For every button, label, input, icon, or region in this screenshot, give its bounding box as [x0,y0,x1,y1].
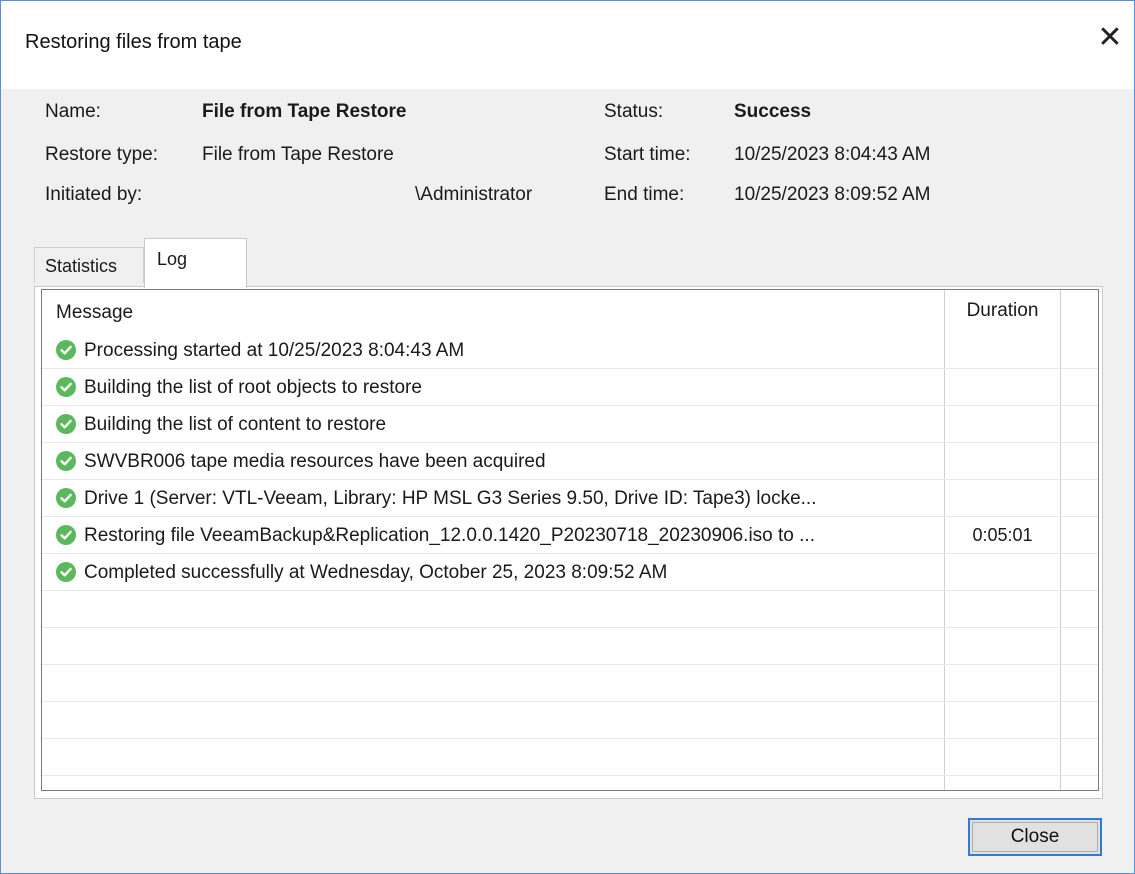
restore-dialog: Restoring files from tape ✕ Name: File f… [0,0,1135,874]
initiated-by-value: \Administrator [415,184,533,205]
end-time-value: 10/25/2023 8:09:52 AM [734,184,931,205]
name-value: File from Tape Restore [202,101,407,122]
button-focus-border [972,822,1098,852]
tab-log[interactable]: Log [144,238,247,288]
dialog-title: Restoring files from tape [25,31,242,53]
log-row [42,739,1098,776]
start-time-value: 10/25/2023 8:04:43 AM [734,144,931,165]
close-icon[interactable]: ✕ [1086,15,1134,59]
title-bar: Restoring files from tape ✕ [1,1,1134,89]
log-row[interactable]: Drive 1 (Server: VTL-Veeam, Library: HP … [42,480,1098,517]
log-row[interactable]: SWVBR006 tape media resources have been … [42,443,1098,480]
log-row[interactable]: Building the list of root objects to res… [42,369,1098,406]
restore-type-label: Restore type: [45,144,158,165]
log-message: Building the list of content to restore [84,414,387,435]
log-message: Processing started at 10/25/2023 8:04:43… [84,340,465,361]
log-grid[interactable]: Message Duration Processing started at 1… [41,289,1099,791]
column-header-message[interactable]: Message [56,302,133,324]
log-row[interactable]: Processing started at 10/25/2023 8:04:43… [42,332,1098,369]
success-check-icon [56,340,76,360]
log-message: Building the list of root objects to res… [84,377,422,398]
success-check-icon [56,525,76,545]
success-check-icon [56,414,76,434]
initiated-by-label: Initiated by: [45,184,143,205]
status-value: Success [734,101,812,122]
end-time-label: End time: [604,184,685,205]
restore-type-value: File from Tape Restore [202,144,394,165]
column-header-duration[interactable]: Duration [945,290,1060,332]
log-row [42,665,1098,702]
log-row[interactable]: Completed successfully at Wednesday, Oct… [42,554,1098,591]
log-duration: 0:05:01 [972,525,1033,545]
start-time-label: Start time: [604,144,691,165]
tab-statistics[interactable]: Statistics [34,247,144,283]
log-message: Drive 1 (Server: VTL-Veeam, Library: HP … [84,488,817,509]
grid-header: Message Duration [42,290,1098,332]
success-check-icon [56,451,76,471]
success-check-icon [56,488,76,508]
log-row[interactable]: Building the list of content to restore [42,406,1098,443]
log-message: Completed successfully at Wednesday, Oct… [84,562,668,583]
log-row [42,628,1098,665]
success-check-icon [56,562,76,582]
success-check-icon [56,377,76,397]
log-row [42,702,1098,739]
close-button[interactable]: Close [968,818,1102,856]
log-message: Restoring file VeeamBackup&Replication_1… [84,525,815,546]
log-row [42,591,1098,628]
name-label: Name: [45,101,101,122]
log-message: SWVBR006 tape media resources have been … [84,451,546,472]
log-row[interactable]: Restoring file VeeamBackup&Replication_1… [42,517,1098,554]
status-label: Status: [604,101,664,122]
